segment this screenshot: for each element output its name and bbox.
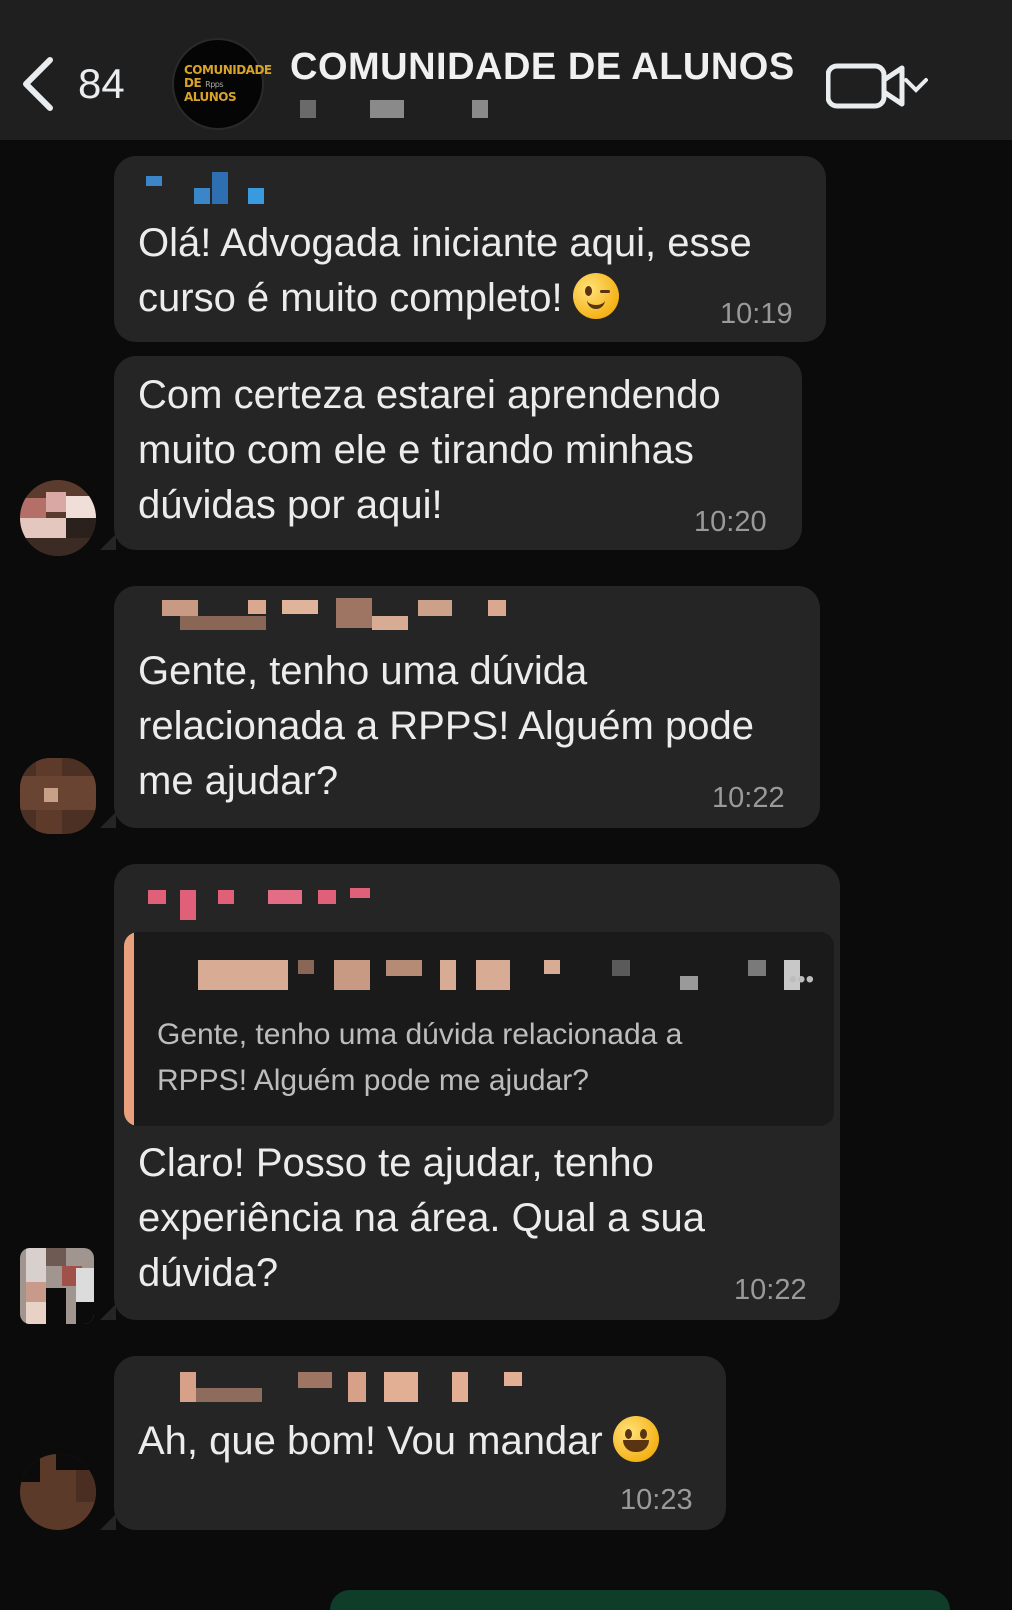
chat-header: 84 COMUNIDADE DE Rpps ALUNOS COMUNIDADE D…: [0, 0, 1012, 140]
outgoing-bubble-edge: [330, 1590, 950, 1610]
message-text: Gente, tenho uma dúvida relacionada a RP…: [138, 649, 754, 803]
grinning-face-emoji-icon: [612, 1416, 659, 1462]
sender-name-blurred: [128, 884, 388, 920]
bubble-tail: [100, 812, 116, 828]
sender-name-blurred: [128, 598, 508, 630]
avatar[interactable]: [20, 480, 96, 556]
bubble-tail: [100, 1514, 116, 1530]
quote-accent-bar: [124, 932, 134, 1126]
sender-name-blurred: [128, 1370, 522, 1402]
video-call-icon[interactable]: [826, 62, 930, 110]
message-bubble[interactable]: Ah, que bom! Vou mandar 10:23: [114, 1356, 726, 1530]
avatar[interactable]: [20, 1454, 96, 1530]
message-text: Olá! Advogada iniciante aqui, esse curso…: [138, 216, 752, 326]
quoted-text: Gente, tenho uma dúvida relacionada a RP…: [157, 1018, 683, 1097]
message-time: 10:22: [712, 782, 785, 814]
message-bubble[interactable]: ••• Gente, tenho uma dúvida relacionada …: [114, 864, 840, 1320]
message-text: Ah, que bom! Vou mandar: [138, 1414, 659, 1469]
avatar[interactable]: [20, 1248, 94, 1324]
message-bubble[interactable]: Olá! Advogada iniciante aqui, esse curso…: [114, 156, 826, 342]
avatar[interactable]: [20, 758, 96, 834]
message-text: Com certeza estarei aprendendo muito com…: [138, 373, 721, 527]
avatar-text-line2: DE Rpps: [184, 77, 262, 91]
avatar-sub: Rpps: [205, 80, 224, 89]
message-time: 10:22: [734, 1274, 807, 1306]
bubble-tail: [100, 534, 116, 550]
participants-blurred: [300, 100, 500, 118]
group-title[interactable]: COMUNIDADE DE ALUNOS: [290, 46, 795, 89]
message-bubble[interactable]: Gente, tenho uma dúvida relacionada a RP…: [114, 586, 820, 828]
avatar-text-de: DE: [184, 76, 202, 90]
message-bubble[interactable]: Com certeza estarei aprendendo muito com…: [114, 356, 802, 550]
message-text: Claro! Posso te ajudar, tenho experiênci…: [138, 1141, 706, 1295]
sender-name-blurred: [128, 172, 268, 204]
bubble-tail: [100, 1304, 116, 1320]
chevron-left-icon[interactable]: [20, 56, 56, 112]
message-time: 10:20: [694, 506, 767, 538]
more-icon: •••: [788, 966, 814, 993]
message-time: 10:23: [620, 1484, 693, 1516]
message-text-content: Olá! Advogada iniciante aqui, esse curso…: [138, 221, 752, 320]
group-avatar[interactable]: COMUNIDADE DE Rpps ALUNOS: [172, 38, 272, 130]
quoted-message[interactable]: ••• Gente, tenho uma dúvida relacionada …: [124, 932, 834, 1126]
winking-face-emoji-icon: [572, 273, 619, 319]
unread-count[interactable]: 84: [78, 60, 125, 108]
message-text-content: Ah, que bom! Vou mandar: [138, 1419, 603, 1463]
avatar-text-line3: ALUNOS: [184, 90, 237, 104]
quoted-sender-blurred: [158, 956, 800, 990]
message-time: 10:19: [720, 298, 793, 330]
